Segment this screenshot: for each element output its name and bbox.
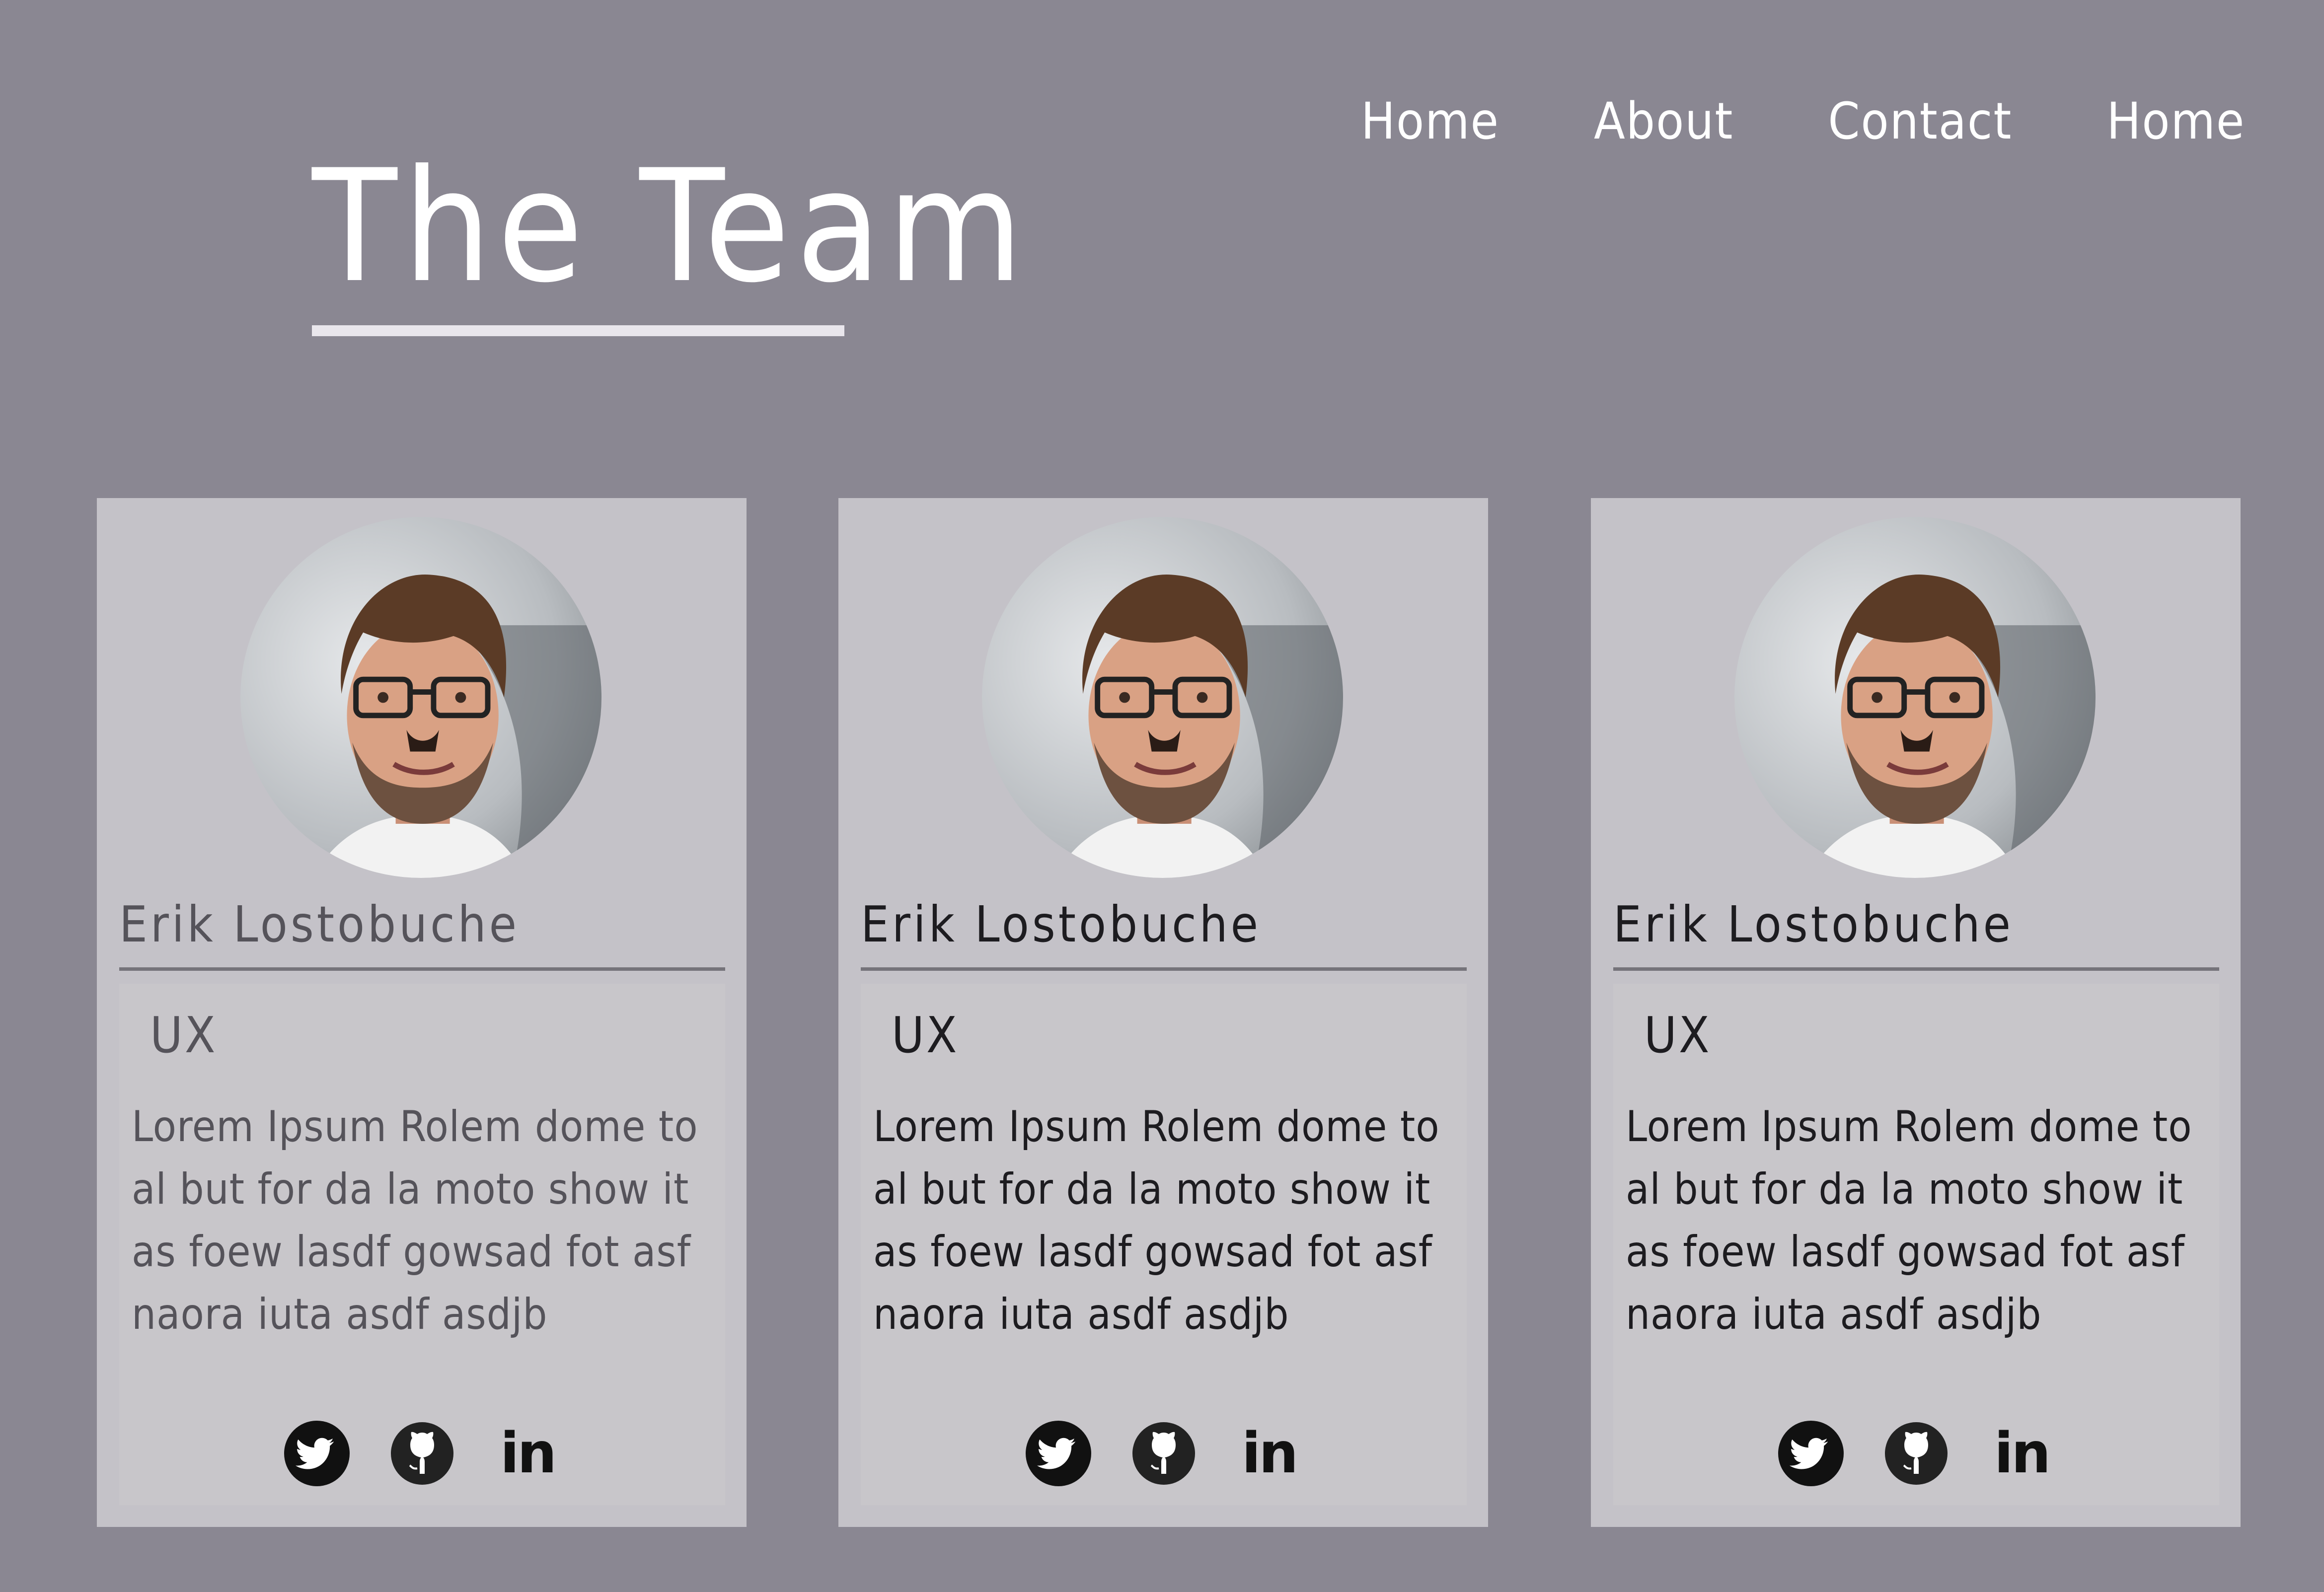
member-role: UX xyxy=(150,1006,218,1064)
avatar xyxy=(240,517,601,878)
name-divider xyxy=(119,967,725,971)
github-icon[interactable] xyxy=(1883,1421,1949,1486)
member-name: Erik Lostobuche xyxy=(1613,895,2014,953)
twitter-icon[interactable] xyxy=(284,1421,350,1486)
team-member-card: Erik Lostobuche UX Lorem Ipsum Rolem dom… xyxy=(97,498,747,1527)
name-divider xyxy=(1613,967,2219,971)
member-role: UX xyxy=(892,1006,959,1064)
member-bio: Lorem Ipsum Rolem dome to al but for da … xyxy=(1626,1102,2192,1339)
member-bio: Lorem Ipsum Rolem dome to al but for da … xyxy=(873,1102,1440,1339)
github-icon[interactable] xyxy=(389,1421,455,1486)
avatar xyxy=(1734,517,2096,878)
page-title: The Team xyxy=(312,136,1029,317)
linkedin-icon[interactable]: in xyxy=(1236,1421,1302,1486)
social-links: in xyxy=(119,1421,725,1486)
team-member-card: Erik Lostobuche UX Lorem Ipsum Rolem dom… xyxy=(1591,498,2241,1527)
github-icon[interactable] xyxy=(1131,1421,1197,1486)
linkedin-icon[interactable]: in xyxy=(495,1421,560,1486)
avatar-portrait-image xyxy=(982,517,1343,878)
linkedin-label: in xyxy=(500,1421,557,1486)
title-underline xyxy=(312,325,844,336)
social-links: in xyxy=(861,1421,1467,1486)
nav-link-home[interactable]: Home xyxy=(1361,92,1499,151)
nav-link-home-2[interactable]: Home xyxy=(2106,92,2245,151)
member-info: UX Lorem Ipsum Rolem dome to al but for … xyxy=(861,984,1467,1505)
member-info: UX Lorem Ipsum Rolem dome to al but for … xyxy=(1613,984,2219,1505)
team-member-card: Erik Lostobuche UX Lorem Ipsum Rolem dom… xyxy=(838,498,1488,1527)
top-nav: Home About Contact Home xyxy=(1361,92,2245,151)
name-divider xyxy=(861,967,1467,971)
avatar xyxy=(982,517,1343,878)
linkedin-label: in xyxy=(1241,1421,1298,1486)
member-role: UX xyxy=(1644,1006,1712,1064)
member-info: UX Lorem Ipsum Rolem dome to al but for … xyxy=(119,984,725,1505)
member-name: Erik Lostobuche xyxy=(861,895,1262,953)
nav-link-about[interactable]: About xyxy=(1594,92,1733,151)
linkedin-label: in xyxy=(1994,1421,2051,1486)
member-name: Erik Lostobuche xyxy=(119,895,520,953)
social-links: in xyxy=(1613,1421,2219,1486)
twitter-icon[interactable] xyxy=(1026,1421,1091,1486)
avatar-portrait-image xyxy=(1734,517,2096,878)
twitter-icon[interactable] xyxy=(1778,1421,1844,1486)
member-bio: Lorem Ipsum Rolem dome to al but for da … xyxy=(132,1102,698,1339)
avatar-portrait-image xyxy=(240,517,601,878)
nav-link-contact[interactable]: Contact xyxy=(1828,92,2012,151)
linkedin-icon[interactable]: in xyxy=(1989,1421,2054,1486)
